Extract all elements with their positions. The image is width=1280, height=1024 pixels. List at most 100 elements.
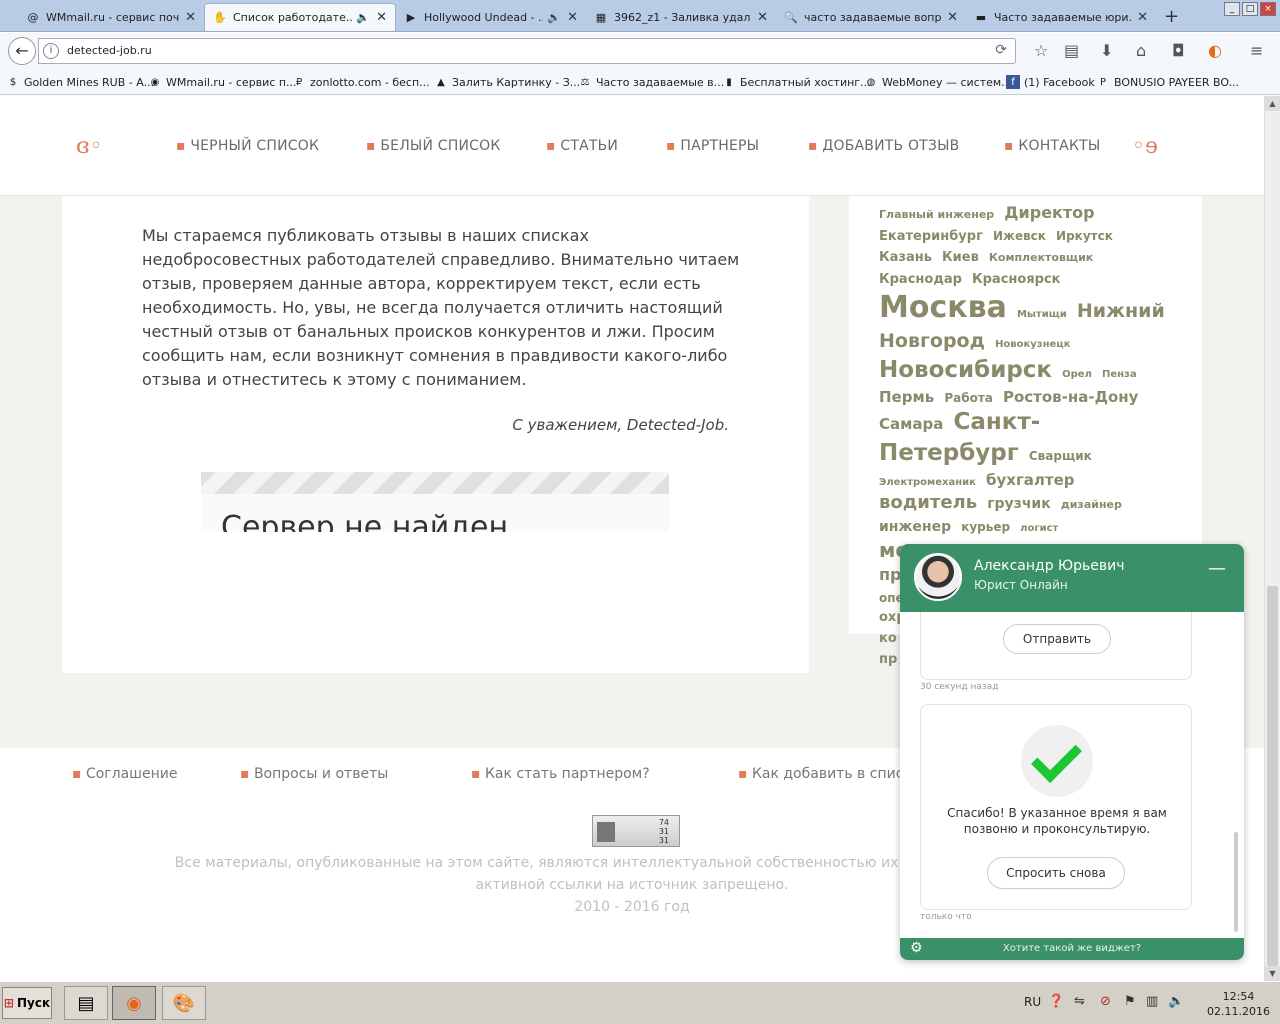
send-button[interactable]: Отправить [1003, 624, 1111, 654]
tag-link[interactable]: Красноярск [972, 272, 1061, 287]
bookmark-item[interactable]: $ Golden Mines RUB - A... [6, 75, 154, 89]
close-icon[interactable]: ✕ [947, 10, 958, 25]
scroll-thumb[interactable] [1267, 586, 1278, 966]
tag-link[interactable]: Комплектовщик [989, 251, 1093, 264]
tag-link[interactable]: грузчик [987, 496, 1051, 512]
bookmark-item[interactable]: P BONUSIO PAYEER BO... [1096, 75, 1239, 89]
tag-link[interactable]: Пенза [1102, 369, 1137, 380]
minimize-window-button[interactable]: _ [1224, 2, 1240, 16]
chat-scrollbar[interactable] [1234, 832, 1238, 932]
reload-icon[interactable]: ⟳ [995, 42, 1007, 58]
tab-image-upload[interactable]: ▦ 3962_z1 - Заливка удал... ✕ [586, 3, 776, 31]
minimize-chat-button[interactable]: — [1208, 558, 1226, 579]
new-tab-button[interactable]: + [1164, 6, 1179, 27]
back-button[interactable]: ← [8, 37, 36, 65]
tab-hollywood-undead[interactable]: ▶ Hollywood Undead - ... 🔊 ✕ [396, 3, 586, 31]
tag-link[interactable]: Ижевск [993, 229, 1046, 243]
tag-link[interactable]: Самара [879, 415, 943, 433]
volume-icon[interactable]: 🔈 [1168, 994, 1184, 1009]
tab-employers-list[interactable]: ✋ Список работодате... 🔈 ✕ [204, 3, 396, 31]
nav-contacts[interactable]: ▪ КОНТАКТЫ [1004, 138, 1100, 154]
menu-icon[interactable]: ≡ [1250, 41, 1263, 60]
home-icon[interactable]: ⌂ [1136, 41, 1146, 60]
input-settings-icon[interactable]: ⇋ [1074, 994, 1085, 1009]
tag-link[interactable]: Работа [944, 391, 993, 405]
tag-link[interactable]: Главный инженер [879, 208, 994, 221]
download-icon[interactable]: ⬇ [1100, 41, 1113, 60]
taskbar-app-firefox[interactable]: ◉ [112, 986, 156, 1020]
nav-blacklist[interactable]: ▪ ЧЕРНЫЙ СПИСОК [176, 138, 319, 154]
address-bar[interactable]: i detected-job.ru ⟳ [38, 38, 1016, 64]
footer-add-to-list-link[interactable]: ▪ Как добавить в список [738, 766, 920, 782]
tag-link[interactable]: инженер [879, 519, 951, 535]
close-icon[interactable]: ✕ [757, 10, 768, 25]
nav-partners[interactable]: ▪ ПАРТНЕРЫ [666, 138, 759, 154]
nav-whitelist[interactable]: ▪ БЕЛЫЙ СПИСОК [366, 138, 501, 154]
tag-link[interactable]: Орел [1062, 369, 1092, 380]
ask-again-button[interactable]: Спросить снова [987, 857, 1125, 889]
footer-faq-link[interactable]: ▪ Вопросы и ответы [240, 766, 388, 782]
speaker-icon[interactable]: 🔈 [356, 11, 370, 24]
maximize-window-button[interactable]: □ [1242, 2, 1258, 16]
tag-link[interactable]: Новосибирск [879, 357, 1052, 383]
extension-icon[interactable]: ◐ [1208, 41, 1222, 60]
bookmark-item[interactable]: ▲ Залить Картинку - З... [434, 75, 580, 89]
nav-add-review[interactable]: ▪ ДОБАВИТЬ ОТЗЫВ [808, 138, 959, 154]
tag-link[interactable]: дизайнер [1061, 498, 1122, 511]
tag-link[interactable]: Сварщик [1029, 449, 1092, 463]
bookmark-item[interactable]: ₽ zonlotto.com - бесп... [292, 75, 430, 89]
tag-link[interactable]: Мытищи [1017, 309, 1067, 320]
tag-link[interactable]: Казань [879, 250, 932, 265]
get-widget-link[interactable]: Хотите такой же виджет? [900, 943, 1244, 954]
tab-legal-faq[interactable]: ▬ Часто задаваемые юри... ✕ [966, 3, 1156, 31]
tag-link[interactable]: логист [1020, 523, 1058, 534]
nav-articles[interactable]: ▪ СТАТЬИ [546, 138, 618, 154]
tag-link[interactable]: курьер [961, 520, 1010, 534]
tag-link[interactable]: Новокузнецк [995, 339, 1070, 350]
tag-link[interactable]: Ростов-на-Дону [1003, 388, 1138, 406]
start-button[interactable]: ⊞ Пуск [2, 987, 52, 1019]
footer-agreement-link[interactable]: ▪ Соглашение [72, 766, 177, 782]
tag-link[interactable]: Пермь [879, 388, 934, 406]
tag-link[interactable]: Киев [942, 250, 979, 265]
bookmark-star-icon[interactable]: ☆ [1034, 41, 1048, 60]
scroll-up-icon[interactable]: ▲ [1265, 96, 1280, 111]
tag-link[interactable]: водитель [879, 492, 977, 513]
taskbar-app-paint[interactable]: 🎨 [162, 986, 206, 1020]
clock[interactable]: 12:54 02.11.2016 [1207, 989, 1270, 1019]
bookmark-item[interactable]: ▮ Бесплатный хостинг... [722, 75, 870, 89]
close-window-button[interactable]: × [1260, 2, 1276, 16]
tag-link[interactable]: Электромеханик [879, 477, 976, 488]
tab-wmmail[interactable]: @ WMmail.ru - сервис почт... ✕ [18, 3, 204, 31]
antivirus-icon[interactable]: ⊘ [1100, 994, 1111, 1009]
close-icon[interactable]: ✕ [185, 10, 196, 25]
help-icon[interactable]: ❓ [1048, 994, 1064, 1009]
info-icon[interactable]: i [43, 43, 59, 59]
tag-link[interactable]: Краснодар [879, 272, 962, 287]
bookmark-item[interactable]: f (1) Facebook [1006, 75, 1095, 89]
flag-alert-icon[interactable]: ⚑ [1124, 994, 1136, 1009]
pocket-icon[interactable]: ◘ [1172, 41, 1185, 60]
tag-link[interactable]: Екатеринбург [879, 229, 983, 244]
close-icon[interactable]: ✕ [1137, 10, 1148, 25]
page-scrollbar[interactable]: ▲ ▼ [1264, 96, 1280, 981]
url-text[interactable]: detected-job.ru [67, 44, 152, 57]
tab-faq-search[interactable]: 🔍 часто задаваемые вопр... ✕ [776, 3, 966, 31]
taskbar-app-document[interactable]: ▤ [64, 986, 108, 1020]
bookmark-item[interactable]: ◍ WebMoney — систем... [864, 75, 1012, 89]
close-icon[interactable]: ✕ [567, 10, 578, 25]
scroll-down-icon[interactable]: ▼ [1265, 966, 1280, 981]
tag-link[interactable]: Иркутск [1056, 229, 1113, 243]
tag-link[interactable]: Директор [1004, 203, 1094, 222]
tag-link[interactable]: Москва [879, 290, 1007, 325]
bookmark-item[interactable]: ⚖ Часто задаваемые в... [578, 75, 725, 89]
close-icon[interactable]: ✕ [376, 10, 387, 25]
tag-link[interactable]: бухгалтер [986, 471, 1074, 489]
speaker-icon[interactable]: 🔊 [547, 11, 561, 24]
footer-partner-link[interactable]: ▪ Как стать партнером? [471, 766, 650, 782]
network-icon[interactable]: ▥ [1146, 994, 1158, 1009]
language-indicator[interactable]: RU [1024, 995, 1041, 1009]
reading-list-icon[interactable]: ▤ [1064, 41, 1079, 60]
visit-counter[interactable]: 74 31 31 [592, 815, 680, 847]
bookmark-item[interactable]: ◉ WMmail.ru - сервис п... [148, 75, 297, 89]
